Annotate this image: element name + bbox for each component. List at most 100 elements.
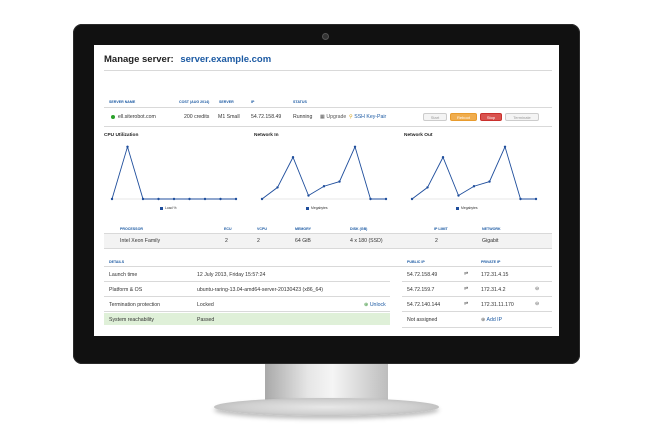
col-header-ecu: ECU [224, 227, 232, 231]
data-point [157, 197, 160, 201]
col-header-vcpu: VCPU [257, 227, 267, 231]
col-header-memory: MEMORY [295, 227, 312, 231]
data-point [172, 197, 176, 201]
public-ip: 54.72.158.49 [407, 272, 438, 278]
private-ip: 172.31.11.170 [481, 302, 514, 308]
chart-network-out [410, 145, 538, 201]
terminate-button[interactable]: Terminate [505, 113, 539, 121]
divider [402, 311, 552, 312]
legend-swatch [160, 206, 163, 210]
swap-icon[interactable]: ⇌ [464, 271, 468, 277]
add-ip-label: Add IP [486, 317, 503, 323]
data-point [488, 180, 491, 183]
page-title-prefix: Manage server: [104, 54, 174, 65]
data-point [441, 156, 445, 159]
data-point [426, 186, 429, 189]
divider [104, 70, 552, 71]
unlock-link[interactable]: ⊕ Unlock [364, 302, 386, 308]
start-button[interactable]: Start [423, 113, 447, 121]
stop-button[interactable]: Stop [480, 113, 502, 121]
data-point [276, 186, 279, 189]
upgrade-label: Upgrade [326, 114, 347, 120]
data-point [203, 197, 207, 201]
data-point [219, 197, 222, 201]
col-header-ip: IP [251, 100, 255, 104]
col-header-server: SERVER [219, 100, 234, 104]
swap-icon[interactable]: ⇌ [464, 286, 468, 292]
spec-vcpu: 2 [257, 238, 260, 244]
data-point [534, 197, 538, 201]
remove-icon[interactable]: ⊖ [535, 286, 539, 292]
data-point [291, 156, 295, 159]
unlock-label: Unlock [369, 302, 386, 308]
detail-label: Platform & OS [109, 287, 143, 293]
divider [104, 266, 552, 267]
add-ip-link[interactable]: ⊕ Add IP [481, 317, 502, 323]
detail-label: Termination protection [109, 302, 161, 308]
public-ip: 54.72.159.7 [407, 287, 435, 293]
legend-label: Megabytes [461, 206, 478, 210]
key-icon: ⚲ [349, 114, 353, 120]
data-point [410, 197, 414, 201]
ssh-keypair-link[interactable]: ⚲ SSH Key-Pair [349, 114, 386, 120]
data-point [519, 197, 522, 201]
divider [402, 327, 552, 328]
series-line [261, 145, 386, 200]
series-line [411, 145, 536, 200]
data-point [188, 197, 191, 201]
monitor-stand-base [214, 398, 439, 416]
data-point [322, 185, 326, 188]
screen: Manage server: server.example.com SERVER… [94, 45, 559, 336]
spec-network: Gigabit [482, 238, 499, 244]
divider [402, 296, 552, 297]
data-point [234, 197, 238, 201]
detail-value: Passed [197, 317, 215, 323]
server-cost: 200 credits [184, 114, 210, 120]
data-point [110, 197, 114, 201]
data-point [503, 145, 507, 148]
divider [104, 107, 552, 108]
series-line [111, 145, 236, 200]
public-ip: 54.72.140.144 [407, 302, 441, 308]
upgrade-link[interactable]: ▦ Upgrade [320, 114, 346, 120]
swap-icon[interactable]: ⇌ [464, 301, 468, 307]
data-point [307, 194, 310, 197]
spec-ecu: 2 [225, 238, 228, 244]
camera-icon [322, 33, 329, 40]
legend-swatch [456, 206, 459, 210]
divider [104, 296, 390, 297]
data-point [457, 194, 460, 197]
data-point [472, 185, 476, 188]
chart-network-in [260, 145, 388, 201]
private-ip: 172.31.4.2 [481, 287, 506, 293]
divider [104, 281, 390, 282]
chart-legend-network-in: Megabytes [306, 206, 328, 210]
reboot-button[interactable]: Reboot [450, 113, 477, 121]
remove-icon[interactable]: ⊖ [535, 301, 539, 307]
chart-legend-cpu: Load % [160, 206, 177, 210]
detail-label: Launch time [109, 272, 138, 278]
detail-value: ubuntu-raring-13.04-amd64-server-2013042… [197, 287, 324, 293]
ssh-keypair-label: SSH Key-Pair [354, 114, 387, 120]
data-point [141, 197, 145, 201]
legend-swatch [306, 206, 309, 210]
detail-value: Locked [197, 302, 214, 308]
col-header-processor: PROCESSOR [120, 227, 143, 231]
data-point [384, 197, 388, 201]
chart-cpu [110, 145, 238, 201]
col-header-network: NETWORK [482, 227, 501, 231]
add-icon: ⊕ [481, 317, 486, 323]
divider [104, 248, 552, 249]
grid-icon: ▦ [320, 114, 325, 120]
col-header-status: STATUS [293, 100, 307, 104]
spec-memory: 64 GiB [295, 238, 311, 244]
server-hostname-link[interactable]: server.example.com [180, 54, 271, 65]
data-point [369, 197, 372, 201]
data-point [260, 197, 264, 201]
data-point [126, 145, 129, 148]
details-header: DETAILS [109, 260, 125, 264]
spec-processor: Intel Xeon Family [120, 238, 161, 244]
public-ip: Not assigned [407, 317, 438, 323]
data-point [338, 180, 341, 183]
divider [104, 311, 390, 312]
